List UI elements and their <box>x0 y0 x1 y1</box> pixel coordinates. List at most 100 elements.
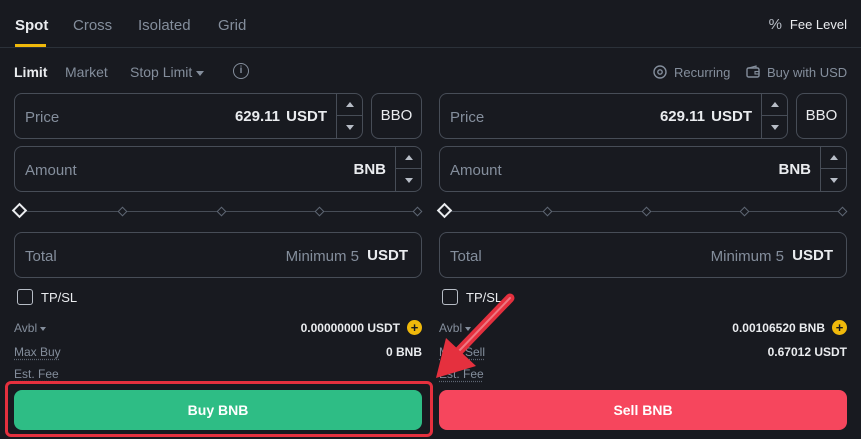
buy-amount-stepper <box>395 147 421 191</box>
tab-isolated[interactable]: Isolated <box>138 17 191 34</box>
slider-handle[interactable] <box>11 202 28 219</box>
sell-amount-label: Amount <box>450 162 502 179</box>
buy-total-field[interactable]: Total Minimum 5 USDT <box>14 232 422 278</box>
deposit-plus-icon[interactable]: + <box>832 320 847 335</box>
recurring-icon <box>653 65 667 79</box>
slider-tick[interactable] <box>641 206 652 217</box>
sell-total-placeholder: Minimum 5 <box>710 248 784 265</box>
buy-fee-row: Est. Fee <box>14 367 422 385</box>
sell-max-value: 0.67012 USDT <box>767 345 847 359</box>
buy-price-unit: USDT <box>286 108 327 125</box>
chevron-down-icon <box>345 124 354 130</box>
sell-amount-unit: BNB <box>778 161 812 178</box>
slider-tick[interactable] <box>314 206 325 217</box>
tab-spot[interactable]: Spot <box>15 17 48 34</box>
chevron-down-icon <box>196 70 205 76</box>
buy-amount-unit: BNB <box>353 161 387 178</box>
slider-handle[interactable] <box>436 202 453 219</box>
info-icon[interactable]: i <box>233 63 249 79</box>
fee-level-label: Fee Level <box>789 17 847 32</box>
buy-bnb-button[interactable]: Buy BNB <box>14 390 422 430</box>
sell-price-unit: USDT <box>711 108 752 125</box>
sell-amount-increment-button[interactable] <box>821 147 846 169</box>
tab-grid[interactable]: Grid <box>218 17 246 34</box>
sell-price-stepper <box>761 94 787 138</box>
buy-bbo-button[interactable]: BBO <box>371 93 422 139</box>
sell-amount-field[interactable]: Amount BNB <box>439 146 847 192</box>
chevron-up-icon <box>770 102 779 107</box>
sell-amount-stepper <box>820 147 846 191</box>
chevron-down-icon <box>770 124 779 130</box>
active-tab-indicator <box>15 44 46 47</box>
chevron-down-icon <box>40 326 47 331</box>
buy-with-usd-label: Buy with USD <box>767 64 848 80</box>
sell-amount-slider[interactable] <box>436 202 848 219</box>
sell-price-increment-button[interactable] <box>762 94 787 116</box>
chevron-down-icon <box>465 326 472 331</box>
sell-fee-label: Est. Fee <box>439 367 484 381</box>
buy-amount-slider[interactable] <box>11 202 423 219</box>
deposit-plus-icon[interactable]: + <box>407 320 422 335</box>
sell-price-value: 629.11 <box>659 108 705 125</box>
buy-amount-label: Amount <box>25 162 77 179</box>
sell-avbl-text: Avbl <box>439 321 463 335</box>
buy-avbl-text: Avbl <box>14 321 38 335</box>
slider-tick[interactable] <box>837 206 848 217</box>
sell-avbl-label[interactable]: Avbl <box>439 321 472 335</box>
slider-tick[interactable] <box>117 206 128 217</box>
buy-max-label: Max Buy <box>14 345 61 359</box>
buy-fee-label: Est. Fee <box>14 367 59 381</box>
sell-max-row: Max Sell 0.67012 USDT <box>439 345 847 363</box>
buy-price-label: Price <box>25 109 60 126</box>
sell-bbo-button[interactable]: BBO <box>796 93 847 139</box>
chevron-up-icon <box>829 155 838 160</box>
buy-max-row: Max Buy 0 BNB <box>14 345 422 363</box>
sell-total-field[interactable]: Total Minimum 5 USDT <box>439 232 847 278</box>
buy-price-field[interactable]: Price 629.11 USDT <box>14 93 363 139</box>
sell-avbl-row: Avbl 0.00106520 BNB + <box>439 320 847 339</box>
slider-tick[interactable] <box>412 206 423 217</box>
order-type-market[interactable]: Market <box>65 64 108 80</box>
chevron-up-icon <box>345 102 354 107</box>
buy-total-label: Total <box>25 248 57 265</box>
sell-amount-decrement-button[interactable] <box>821 169 846 191</box>
order-type-limit[interactable]: Limit <box>14 64 47 80</box>
sell-avbl-value: 0.00106520 BNB <box>732 321 825 335</box>
buy-avbl-label[interactable]: Avbl <box>14 321 47 335</box>
sell-bnb-button[interactable]: Sell BNB <box>439 390 847 430</box>
sell-fee-row: Est. Fee <box>439 367 847 385</box>
tab-cross[interactable]: Cross <box>73 17 112 34</box>
slider-tick[interactable] <box>216 206 227 217</box>
chevron-down-icon <box>404 177 413 183</box>
sell-price-field[interactable]: Price 629.11 USDT <box>439 93 788 139</box>
slider-tick[interactable] <box>542 206 553 217</box>
buy-avbl-row: Avbl 0.00000000 USDT + <box>14 320 422 339</box>
buy-tpsl-checkbox[interactable] <box>17 289 33 305</box>
sell-tpsl-checkbox[interactable] <box>442 289 458 305</box>
order-type-stop-limit[interactable]: Stop Limit <box>130 64 205 80</box>
buy-amount-increment-button[interactable] <box>396 147 421 169</box>
buy-max-value: 0 BNB <box>385 345 422 359</box>
fee-level-link[interactable]: % Fee Level <box>769 16 847 33</box>
percent-icon: % <box>768 16 782 33</box>
recurring-option[interactable]: Recurring <box>652 64 730 80</box>
buy-avbl-value: 0.00000000 USDT <box>300 321 400 335</box>
recurring-label: Recurring <box>674 64 731 80</box>
buy-price-decrement-button[interactable] <box>337 116 362 138</box>
buy-total-placeholder: Minimum 5 <box>285 248 359 265</box>
buy-amount-decrement-button[interactable] <box>396 169 421 191</box>
sell-price-decrement-button[interactable] <box>762 116 787 138</box>
wallet-icon <box>746 65 760 78</box>
buy-price-increment-button[interactable] <box>337 94 362 116</box>
buy-tpsl-label: TP/SL <box>41 289 78 305</box>
buy-price-value: 629.11 <box>234 108 280 125</box>
buy-tpsl-toggle[interactable]: TP/SL <box>17 289 77 305</box>
slider-tick[interactable] <box>739 206 750 217</box>
chevron-up-icon <box>404 155 413 160</box>
market-type-tabs: Spot Cross Isolated Grid % Fee Level <box>0 0 861 48</box>
sell-total-unit: USDT <box>792 247 833 264</box>
buy-with-usd-option[interactable]: Buy with USD <box>745 64 847 80</box>
sell-tpsl-toggle[interactable]: TP/SL <box>442 289 502 305</box>
buy-total-unit: USDT <box>367 247 408 264</box>
buy-amount-field[interactable]: Amount BNB <box>14 146 422 192</box>
